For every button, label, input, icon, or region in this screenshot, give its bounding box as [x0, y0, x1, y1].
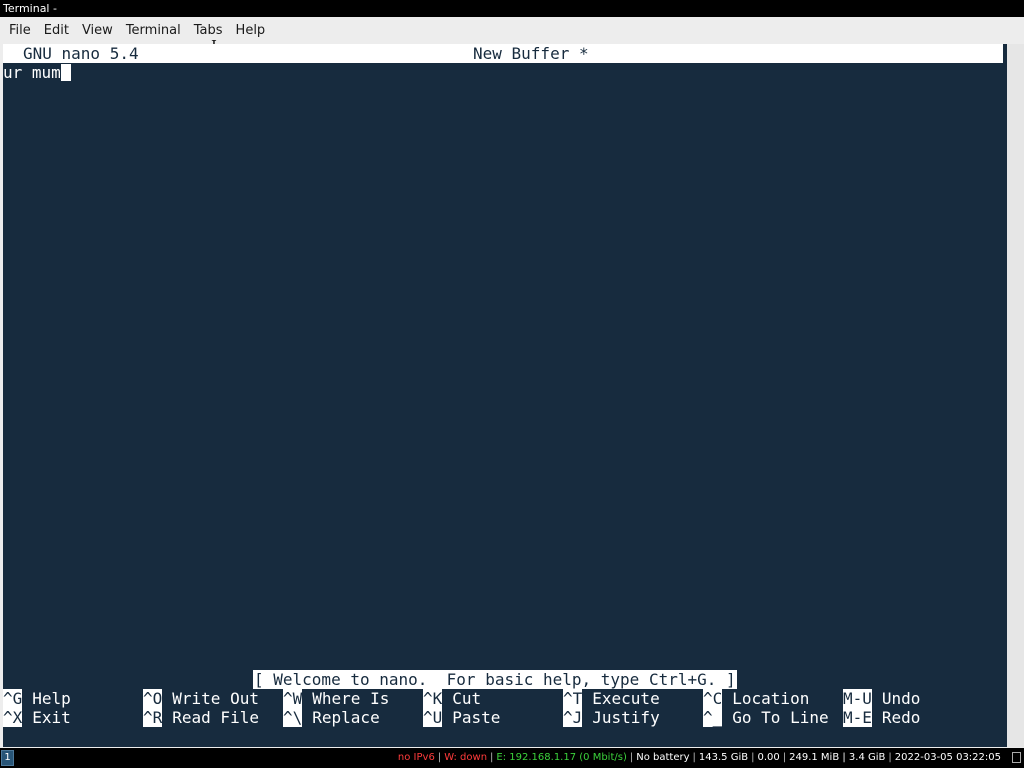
menubar: File Edit View Terminal Tabs Help [0, 17, 1024, 44]
nano-filename: New Buffer * [473, 44, 589, 63]
shortcut-exit[interactable]: ^X Exit [3, 708, 71, 727]
shortcut-paste[interactable]: ^U Paste [423, 708, 500, 727]
shortcut-justify[interactable]: ^J Justify [563, 708, 660, 727]
shortcut-replace[interactable]: ^\ Replace [283, 708, 380, 727]
status-disk: 143.5 GiB [698, 752, 749, 763]
shortcut-where-is[interactable]: ^W Where Is [283, 689, 389, 708]
buffer-text: ur mum [3, 63, 61, 82]
status-wireless: W: down [444, 752, 488, 763]
nano-version: GNU nano 5.4 [23, 44, 139, 63]
system-status: no IPv6 | W: down | E: 192.168.1.17 (0 Mbi… [395, 748, 1004, 768]
status-memory: 249.1 MiB | 3.4 GiB [789, 752, 886, 763]
shortcut-go-to-line[interactable]: ^_ Go To Line [703, 708, 829, 727]
shortcut-write-out[interactable]: ^O Write Out [143, 689, 259, 708]
menu-tabs[interactable]: Tabs [188, 17, 229, 44]
terminal-window: Terminal - File Edit View Terminal Tabs … [0, 0, 1024, 748]
nano-shortcut-bar: ^G Help ^O Write Out ^W Where Is ^K Cut ^T Ex… [3, 689, 1003, 727]
menu-view[interactable]: View [76, 17, 119, 44]
status-ipv6: no IPv6 [397, 752, 435, 763]
workspace-button[interactable]: 1 [1, 750, 14, 766]
status-ethernet: E: 192.168.1.17 (0 Mbit/s) [496, 752, 627, 763]
shortcut-read-file[interactable]: ^R Read File [143, 708, 259, 727]
status-clock: 2022-03-05 03:22:05 [894, 752, 1001, 763]
shortcut-redo[interactable]: M-E Redo [843, 708, 920, 727]
nano-title-bar: GNU nano 5.4 New Buffer * [3, 44, 1003, 63]
text-caret [60, 64, 71, 81]
shortcut-location[interactable]: ^C Location [703, 689, 809, 708]
menu-file[interactable]: File [3, 17, 37, 44]
menu-terminal[interactable]: Terminal [120, 17, 187, 44]
tray-icon[interactable] [1012, 752, 1021, 763]
shortcut-cut[interactable]: ^K Cut [423, 689, 481, 708]
terminal-scrollbar[interactable] [1007, 44, 1024, 747]
shortcut-execute[interactable]: ^T Execute [563, 689, 660, 708]
menu-help[interactable]: Help [230, 17, 272, 44]
menu-edit[interactable]: Edit [38, 17, 75, 44]
window-title: Terminal - [0, 0, 1024, 17]
status-load: 0.00 [757, 752, 780, 763]
buffer-line[interactable]: ur mum [3, 63, 71, 82]
status-battery: No battery [636, 752, 690, 763]
shortcut-undo[interactable]: M-U Undo [843, 689, 920, 708]
nano-status-message: [ Welcome to nano. For basic help, type … [253, 670, 737, 689]
shortcut-help[interactable]: ^G Help [3, 689, 71, 708]
status-bar: 1 no IPv6 | W: down | E: 192.168.1.17 (0 M… [0, 748, 1024, 768]
terminal-area[interactable]: GNU nano 5.4 New Buffer * ur mum [ Welco… [3, 44, 1007, 747]
